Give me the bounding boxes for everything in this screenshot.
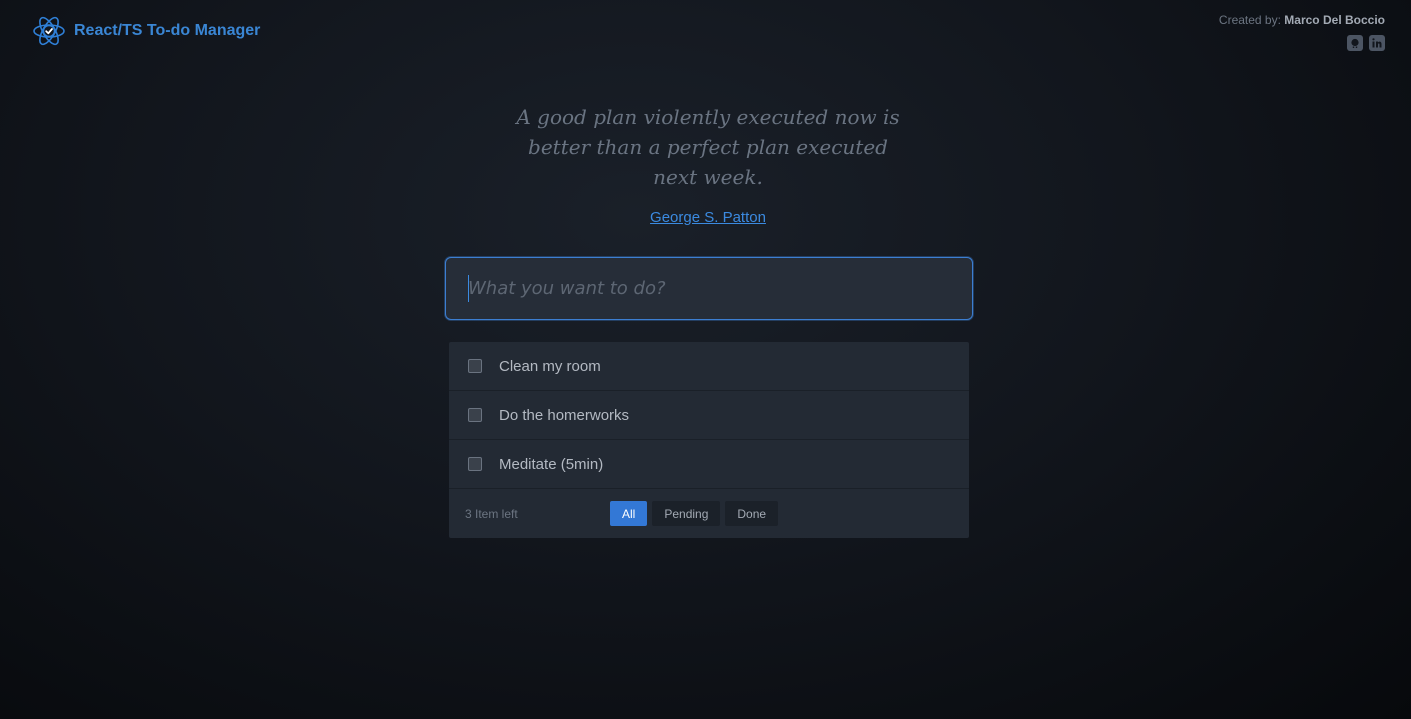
- items-left-count: 3 Item left: [465, 506, 518, 521]
- text-caret: [468, 275, 469, 302]
- todo-checkbox[interactable]: [468, 408, 482, 422]
- todo-item[interactable]: Do the homerworks: [449, 391, 969, 440]
- todo-list: Clean my room Do the homerworks Meditate…: [449, 342, 969, 538]
- credits-author: Marco Del Boccio: [1284, 13, 1385, 27]
- filter-pending-button[interactable]: Pending: [652, 501, 721, 526]
- todo-label: Do the homerworks: [499, 406, 630, 424]
- app-title: React/TS To-do Manager: [74, 22, 261, 39]
- todo-label: Clean my room: [499, 357, 601, 375]
- credits: Created by: Marco Del Boccio: [1219, 13, 1385, 51]
- credits-line: Created by: Marco Del Boccio: [1219, 13, 1385, 27]
- filter-group: All Pending Done: [610, 501, 779, 526]
- todo-checkbox[interactable]: [468, 457, 482, 471]
- filter-all-button[interactable]: All: [610, 501, 648, 526]
- filter-done-button[interactable]: Done: [725, 501, 779, 526]
- github-icon[interactable]: [1347, 35, 1363, 51]
- react-check-icon: [33, 16, 65, 46]
- linkedin-icon[interactable]: [1369, 35, 1385, 51]
- todo-footer: 3 Item left All Pending Done: [449, 489, 969, 538]
- quote-author-link[interactable]: George S. Patton: [505, 209, 911, 226]
- todo-checkbox[interactable]: [468, 359, 482, 373]
- todo-item[interactable]: Clean my room: [449, 342, 969, 391]
- credits-prefix: Created by:: [1218, 13, 1281, 27]
- brand[interactable]: React/TS To-do Manager: [32, 14, 260, 48]
- quote-text: A good plan violently executed now is be…: [516, 105, 900, 189]
- todo-label: Meditate (5min): [499, 455, 604, 473]
- social-links: [1219, 35, 1385, 51]
- todo-item[interactable]: Meditate (5min): [449, 440, 969, 489]
- new-todo-input[interactable]: [445, 257, 973, 320]
